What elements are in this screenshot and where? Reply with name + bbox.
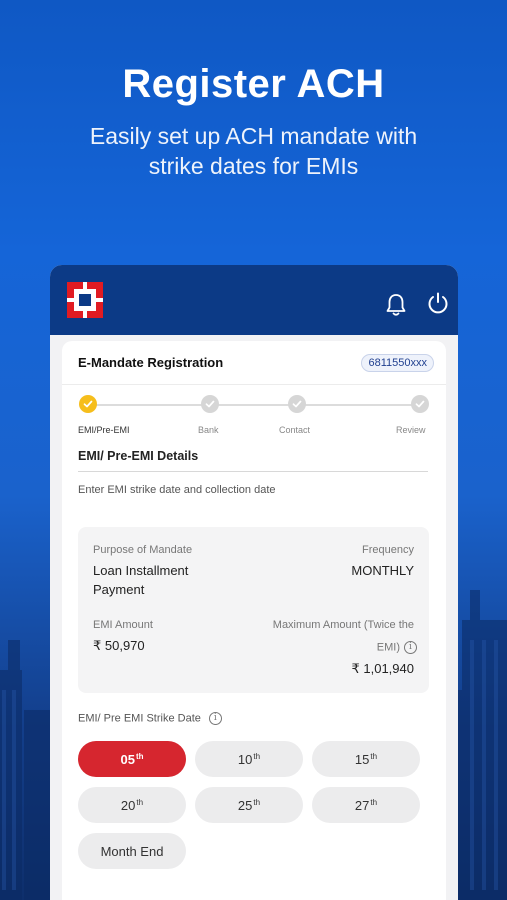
max-amount-label-line2: EMI) i xyxy=(377,641,417,654)
step-label-bank: Bank xyxy=(198,425,219,435)
strike-date-label: EMI/ Pre EMI Strike Date i xyxy=(78,712,222,725)
bell-icon[interactable] xyxy=(385,293,407,317)
frequency-value: MONTHLY xyxy=(351,563,414,578)
bank-logo-icon xyxy=(67,282,103,318)
progress-stepper: EMI/Pre-EMI Bank Contact Review xyxy=(62,385,446,445)
hero-subtitle-line1: Easily set up ACH mandate with xyxy=(89,123,418,149)
section-subtitle: Enter EMI strike date and collection dat… xyxy=(78,484,276,496)
strike-chip-15[interactable]: 15th xyxy=(312,741,420,777)
step-2-check-icon xyxy=(201,395,219,413)
info-icon[interactable]: i xyxy=(404,641,417,654)
strike-chip-20[interactable]: 20th xyxy=(78,787,186,823)
frequency-label: Frequency xyxy=(362,544,414,556)
hero-subtitle-line2: strike dates for EMIs xyxy=(148,153,359,179)
emandate-card: E-Mandate Registration 6811550xxx EMI/Pr… xyxy=(62,341,446,900)
strike-chip-month-end[interactable]: Month End xyxy=(78,833,186,869)
hero-subtitle: Easily set up ACH mandate with strike da… xyxy=(0,121,507,181)
strike-info-icon[interactable]: i xyxy=(208,712,222,725)
chip-num: 27 xyxy=(354,797,370,813)
card-title: E-Mandate Registration xyxy=(78,355,224,370)
step-1-check-icon xyxy=(79,395,97,413)
step-label-emi: EMI/Pre-EMI xyxy=(78,425,130,435)
purpose-value-line2: Payment xyxy=(93,582,145,597)
mandate-details-box: Purpose of Mandate Loan Installment Paym… xyxy=(78,527,429,693)
chip-num: 05 xyxy=(120,751,135,767)
power-icon[interactable] xyxy=(427,292,449,314)
emi-amount-label: EMI Amount xyxy=(93,619,153,631)
hero-section: Register ACH Easily set up ACH mandate w… xyxy=(0,62,507,181)
stepper-line xyxy=(88,404,418,406)
step-4-check-icon xyxy=(411,395,429,413)
max-amount-label-line1: Maximum Amount (Twice the xyxy=(272,619,414,631)
purpose-value-line1: Loan Installment xyxy=(93,563,189,578)
purpose-value: Loan Installment Payment xyxy=(93,561,188,599)
step-3-check-icon xyxy=(288,395,306,413)
chip-num: 20 xyxy=(120,797,136,813)
hero-title: Register ACH xyxy=(122,62,385,106)
section-title: EMI/ Pre-EMI Details xyxy=(78,449,428,472)
chip-suffix: th xyxy=(370,797,378,807)
max-amount-label-emi: EMI) xyxy=(376,641,400,654)
strike-chip-27[interactable]: 27th xyxy=(312,787,420,823)
chip-num: 15 xyxy=(354,751,370,767)
chip-suffix: th xyxy=(136,797,144,807)
chip-num: Month End xyxy=(100,843,164,859)
chip-suffix: th xyxy=(253,797,261,807)
chip-suffix: th xyxy=(135,751,144,761)
chip-num: 25 xyxy=(237,797,253,813)
app-bar xyxy=(50,265,458,335)
emi-amount-value: ₹ 50,970 xyxy=(93,638,145,653)
strike-date-label-text: EMI/ Pre EMI Strike Date xyxy=(78,712,201,725)
max-amount-value: ₹ 1,01,940 xyxy=(351,661,415,676)
strike-chip-25[interactable]: 25th xyxy=(195,787,303,823)
strike-chip-05[interactable]: 05th xyxy=(78,741,186,777)
purpose-label: Purpose of Mandate xyxy=(93,544,193,556)
chip-suffix: th xyxy=(370,751,378,761)
loan-number-badge: 6811550xxx xyxy=(361,353,434,372)
chip-num: 10 xyxy=(237,751,253,767)
phone-mockup: E-Mandate Registration 6811550xxx EMI/Pr… xyxy=(50,265,458,900)
step-label-contact: Contact xyxy=(279,425,311,435)
chip-suffix: th xyxy=(253,751,261,761)
step-label-review: Review xyxy=(396,425,426,435)
strike-chip-10[interactable]: 10th xyxy=(195,741,303,777)
card-header: E-Mandate Registration 6811550xxx xyxy=(62,341,446,385)
